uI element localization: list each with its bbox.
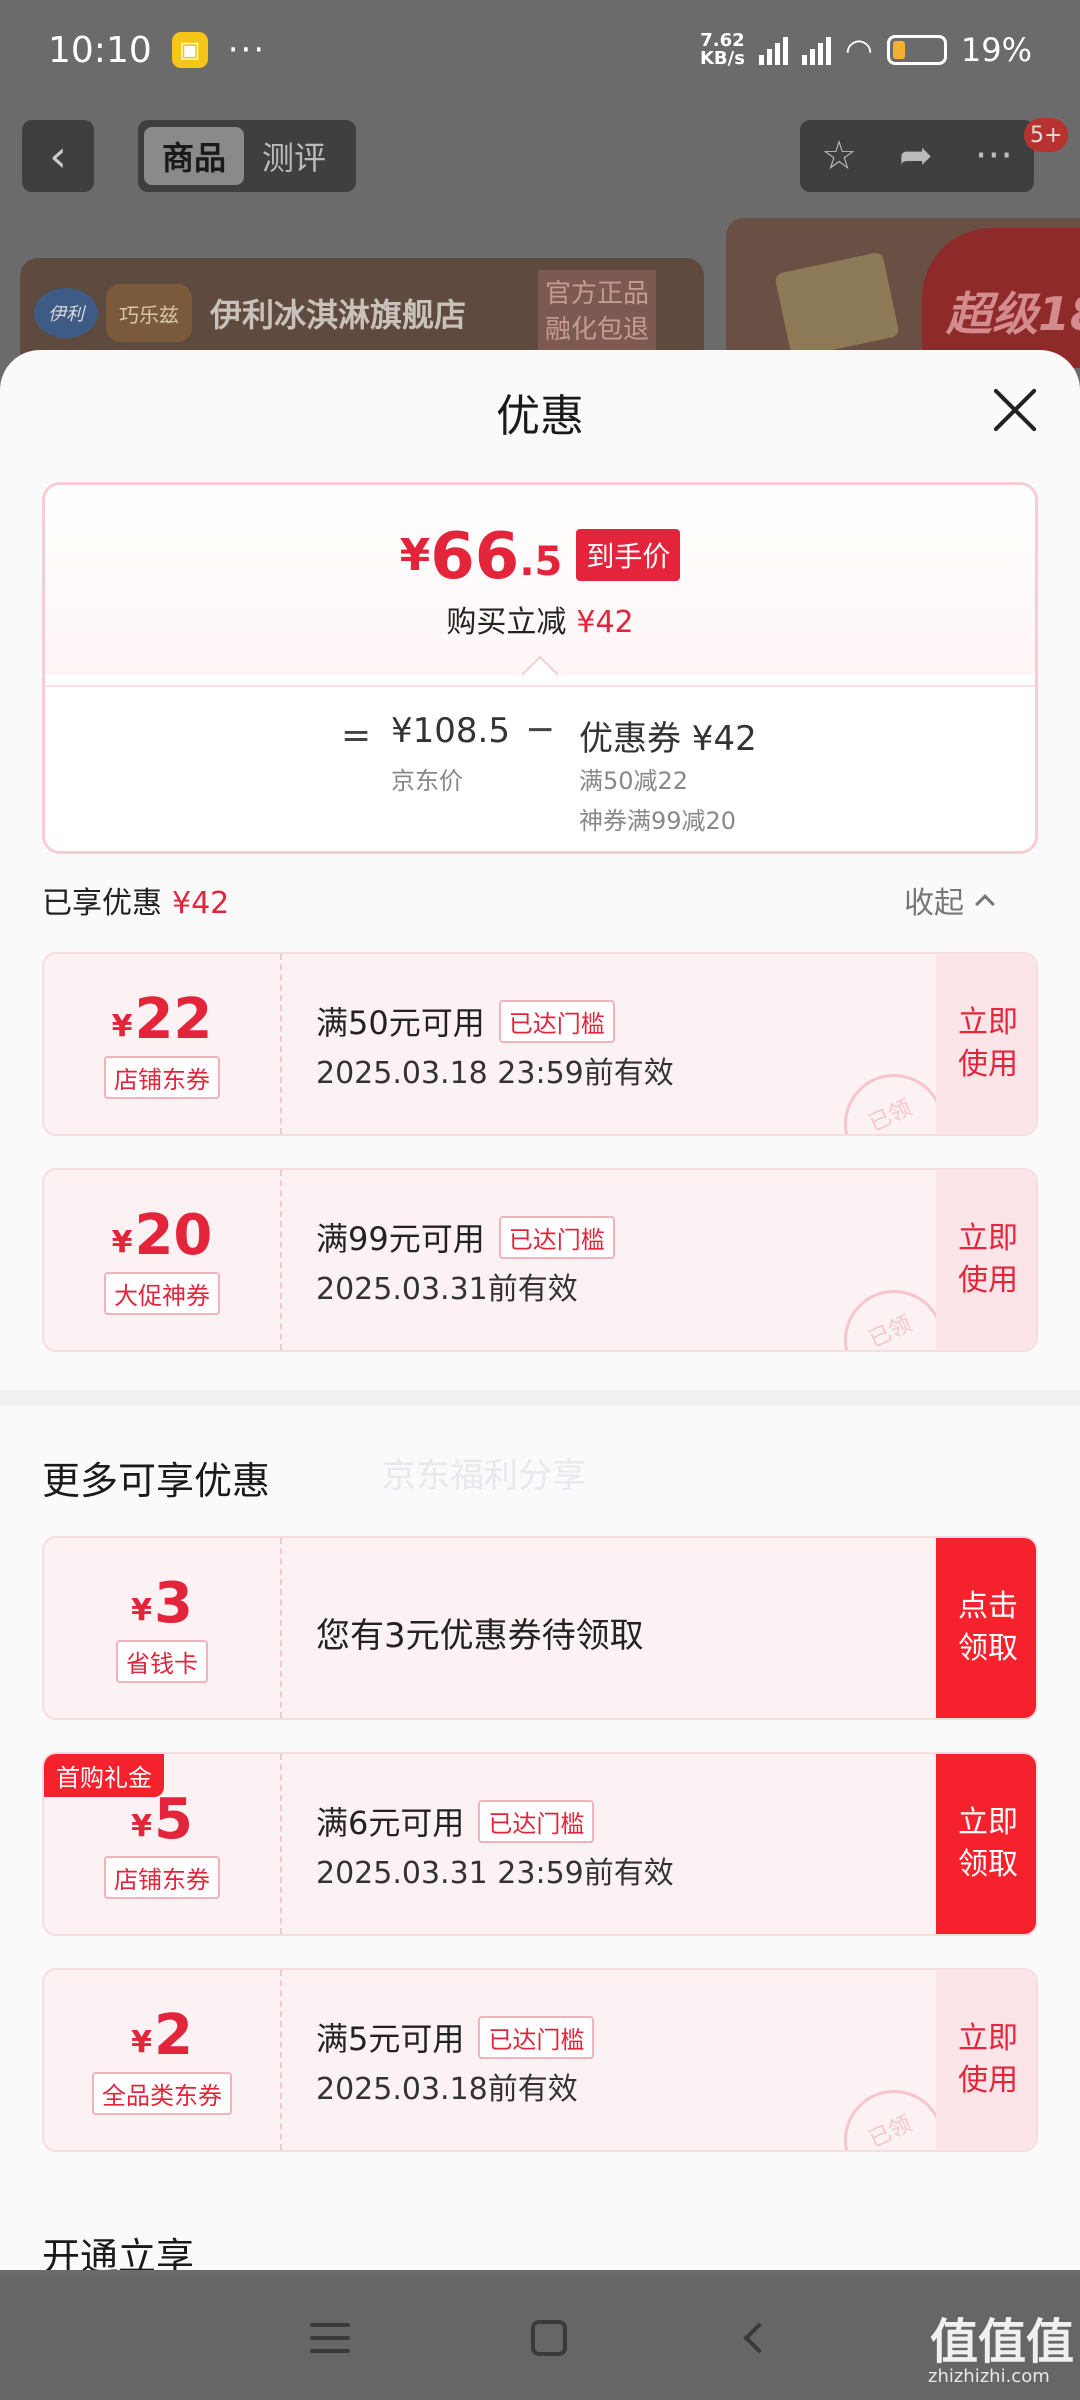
coupon-message: 您有3元优惠券待领取	[316, 1616, 644, 1656]
coupon-validity: 2025.03.18 23:59前有效	[316, 1056, 674, 1091]
wifi-icon: ◠	[844, 31, 873, 69]
signal-icon-2	[801, 35, 831, 65]
coupon-value: ¥20 大促神券	[44, 1170, 282, 1350]
coupon-info: 满99元可用 已达门槛 2025.03.31前有效	[316, 1170, 906, 1350]
coupon-total: 优惠券 ¥42	[579, 719, 757, 759]
coupon-detail: 神券满99减20	[579, 807, 737, 835]
coupon-card: ¥22 店铺东券 满50元可用 已达门槛 2025.03.18 23:59前有效 …	[42, 952, 1038, 1136]
promo-banner-text: 超级18	[922, 228, 1080, 368]
coupon-value: ¥2 全品类东券	[44, 1970, 282, 2150]
use-now-button[interactable]: 立即 使用	[936, 1170, 1036, 1350]
status-bar: 10:10 ▣ ··· 7.62 KB/s ◠ 19%	[0, 0, 1080, 100]
tab-product[interactable]: 商品	[144, 127, 244, 185]
claim-button[interactable]: 点击 领取	[936, 1538, 1036, 1718]
threshold-badge: 已达门槛	[478, 2015, 595, 2059]
price-summary-top: ¥ 66 .5 到手价 购买立减 ¥42	[45, 485, 1035, 675]
claim-button[interactable]: 立即 领取	[936, 1754, 1036, 1934]
product-logo: 巧乐兹	[106, 284, 192, 342]
home-icon[interactable]	[530, 2320, 567, 2356]
threshold-badge: 已达门槛	[478, 1799, 595, 1843]
final-price-tag: 到手价	[576, 529, 681, 581]
coupon-validity: 2025.03.31前有效	[316, 1272, 578, 1307]
official-tag: 官方正品 融化包退	[538, 270, 656, 354]
first-purchase-ribbon: 首购礼金	[44, 1754, 164, 1797]
battery-percent: 19%	[960, 31, 1032, 69]
site-watermark-logo: 值值值	[930, 2314, 1075, 2370]
back-button[interactable]: ‹	[22, 120, 94, 192]
coupon-type: 店铺东券	[104, 1855, 220, 1899]
coupon-info: 满50元可用 已达门槛 2025.03.18 23:59前有效	[316, 954, 906, 1134]
instant-save: 购买立减 ¥42	[446, 605, 634, 640]
open-benefits-title: 开通立享	[42, 2235, 195, 2270]
coupon-card: ¥20 大促神券 满99元可用 已达门槛 2025.03.31前有效 已领 立即 …	[42, 1168, 1038, 1352]
header-actions: ☆ ➦ ···	[800, 120, 1034, 192]
coupon-type: 大促神券	[104, 1271, 220, 1315]
tab-review[interactable]: 测评	[244, 127, 344, 185]
coupon-validity: 2025.03.18前有效	[316, 2072, 578, 2107]
signal-icon	[758, 35, 788, 65]
star-icon[interactable]: ☆	[821, 133, 857, 179]
status-time: 10:10	[48, 29, 152, 71]
promo-banner[interactable]: 超级18	[726, 218, 1080, 368]
site-watermark-url: zhizhizhi.com	[928, 2366, 1050, 2387]
product-image	[774, 251, 900, 359]
brand-logo: 伊利	[34, 288, 98, 338]
use-now-button[interactable]: 立即 使用	[936, 954, 1036, 1134]
more-icon[interactable]: ···	[975, 133, 1013, 179]
use-now-button[interactable]: 立即 使用	[936, 1970, 1036, 2150]
system-nav-bar	[0, 2276, 1080, 2400]
price-summary-card: ¥ 66 .5 到手价 购买立减 ¥42 = ¥108.5 京东价 − 优惠券 ¥…	[42, 482, 1038, 854]
coupon-type: 店铺东券	[104, 1055, 220, 1099]
collapse-button[interactable]: 收起	[904, 878, 995, 922]
original-price-label: 京东价	[391, 767, 463, 795]
battery-icon	[886, 35, 947, 65]
coupon-info: 您有3元优惠券待领取	[316, 1538, 906, 1718]
status-right: 7.62 KB/s ◠ 19%	[700, 31, 1032, 69]
menu-icon[interactable]	[310, 2323, 351, 2353]
coupon-info: 满6元可用 已达门槛 2025.03.31 23:59前有效	[316, 1754, 906, 1934]
chevron-left-icon: ‹	[49, 130, 67, 182]
product-top-bar: ‹ 商品 测评 ☆ ➦ ··· 5+	[0, 110, 1080, 210]
back-icon[interactable]	[743, 2322, 775, 2354]
notification-badge: 5+	[1024, 118, 1069, 152]
original-price: ¥108.5	[391, 711, 510, 751]
more-discounts-title: 更多可享优惠	[42, 1459, 271, 1503]
coupon-card: ¥3 省钱卡 您有3元优惠券待领取 点击 领取	[42, 1536, 1038, 1720]
coupon-type: 省钱卡	[116, 1639, 208, 1683]
coupon-detail: 满50减22	[579, 767, 689, 795]
coupon-value: ¥3 省钱卡	[44, 1538, 282, 1718]
watermark-text: 京东福利分享	[382, 1456, 586, 1496]
close-icon[interactable]	[990, 386, 1040, 436]
threshold-badge: 已达门槛	[498, 1215, 615, 1259]
coupon-value: ¥22 店铺东券	[44, 954, 282, 1134]
more-notifications-icon: ···	[227, 30, 267, 70]
threshold-badge: 已达门槛	[498, 999, 615, 1043]
coupon-card: ¥5 店铺东券 首购礼金 满6元可用 已达门槛 2025.03.31 23:59前…	[42, 1752, 1038, 1936]
coupon-card: ¥2 全品类东券 满5元可用 已达门槛 2025.03.18前有效 已领 立即 使…	[42, 1968, 1038, 2152]
chevron-up-icon	[975, 894, 995, 914]
app-notification-icon: ▣	[171, 32, 208, 68]
final-price: ¥ 66 .5 到手价	[45, 525, 1035, 589]
section-divider	[0, 1390, 1080, 1406]
network-speed: 7.62 KB/s	[699, 30, 745, 69]
discount-sheet: 优惠 ¥ 66 .5 到手价 购买立减 ¥42 = ¥108.5 京东价 − 优惠…	[0, 350, 1080, 2270]
coupon-validity: 2025.03.31 23:59前有效	[316, 1856, 674, 1891]
share-icon[interactable]: ➦	[899, 133, 933, 179]
product-tabs: 商品 测评	[138, 120, 356, 192]
coupon-type: 全品类东券	[92, 2071, 232, 2115]
sheet-title: 优惠	[496, 391, 584, 442]
store-name: 伊利冰淇淋旗舰店	[210, 296, 467, 334]
coupon-info: 满5元可用 已达门槛 2025.03.18前有效	[316, 1970, 906, 2150]
enjoyed-discount: 已享优惠 ¥42	[42, 886, 230, 921]
price-calculation: = ¥108.5 京东价 − 优惠券 ¥42 满50减22 神券满99减20	[45, 685, 1035, 845]
